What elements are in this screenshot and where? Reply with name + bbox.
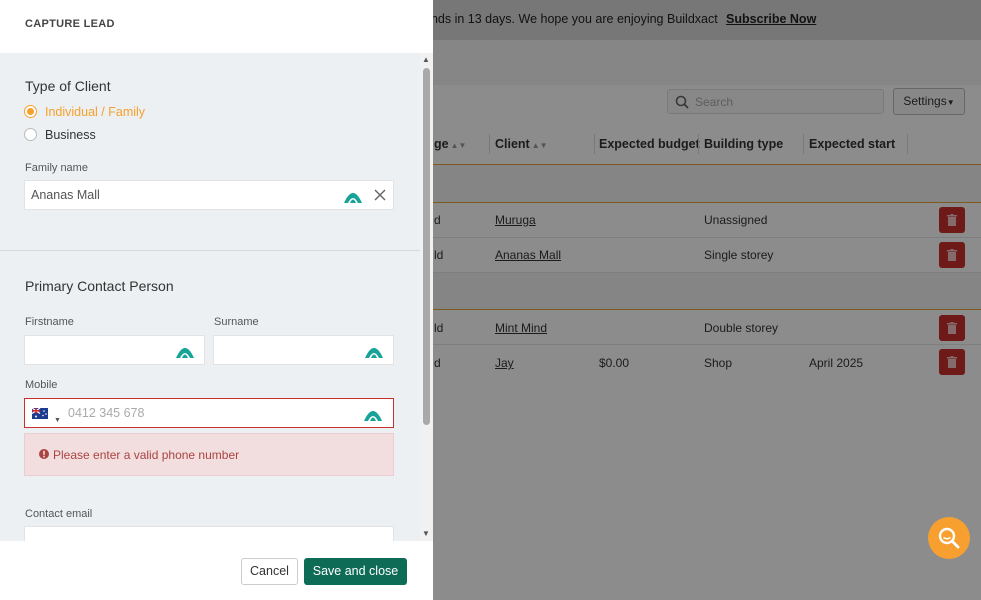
mobile-input[interactable]: ▼ 0412 345 678 <box>24 398 394 428</box>
clear-icon[interactable] <box>374 189 386 201</box>
help-search-button[interactable] <box>928 517 970 559</box>
family-name-label: Family name <box>25 162 88 174</box>
family-name-value: Ananas Mall <box>31 188 100 202</box>
family-name-input[interactable]: Ananas Mall <box>24 180 394 210</box>
drawer-scrollbar[interactable]: ▲ ▼ <box>420 53 433 541</box>
radio-button[interactable] <box>24 128 37 141</box>
drawer-header: CAPTURE LEAD <box>0 0 433 53</box>
client-type-heading: Type of Client <box>25 78 111 94</box>
radio-label[interactable]: Individual / Family <box>45 105 145 119</box>
radio-label[interactable]: Business <box>45 128 96 142</box>
autofill-icon[interactable] <box>364 405 382 421</box>
capture-lead-drawer: CAPTURE LEAD Type of Client Individual /… <box>0 0 433 600</box>
contact-email-label: Contact email <box>25 508 93 520</box>
drawer-title: CAPTURE LEAD <box>25 18 115 30</box>
autofill-icon[interactable] <box>365 342 383 358</box>
contact-email-input[interactable] <box>24 526 394 541</box>
autofill-icon[interactable] <box>176 342 194 358</box>
cancel-button[interactable]: Cancel <box>241 558 298 585</box>
save-and-close-button[interactable]: Save and close <box>304 558 407 585</box>
autofill-icon[interactable] <box>344 187 362 203</box>
primary-contact-heading: Primary Contact Person <box>25 278 174 294</box>
australia-flag-icon[interactable] <box>32 408 48 419</box>
firstname-input[interactable] <box>24 335 205 365</box>
scroll-up-arrow-icon[interactable]: ▲ <box>422 55 430 64</box>
firstname-label: Firstname <box>25 316 74 328</box>
drawer-body: Type of Client Individual / Family Busin… <box>0 53 420 541</box>
scrollbar-thumb[interactable] <box>423 68 430 425</box>
search-icon <box>938 527 960 549</box>
mobile-error-alert: Please enter a valid phone number <box>24 433 394 476</box>
caret-down-icon[interactable]: ▼ <box>54 407 61 435</box>
radio-button[interactable] <box>24 105 37 118</box>
mobile-placeholder: 0412 345 678 <box>68 406 145 420</box>
surname-label: Surname <box>214 316 259 328</box>
exclamation-circle-icon <box>39 449 49 459</box>
mobile-label: Mobile <box>25 379 58 391</box>
section-divider <box>0 250 420 251</box>
mobile-error-text: Please enter a valid phone number <box>53 448 240 462</box>
surname-input[interactable] <box>213 335 394 365</box>
drawer-footer: Cancel Save and close <box>0 541 433 600</box>
scroll-down-arrow-icon[interactable]: ▼ <box>422 529 430 538</box>
